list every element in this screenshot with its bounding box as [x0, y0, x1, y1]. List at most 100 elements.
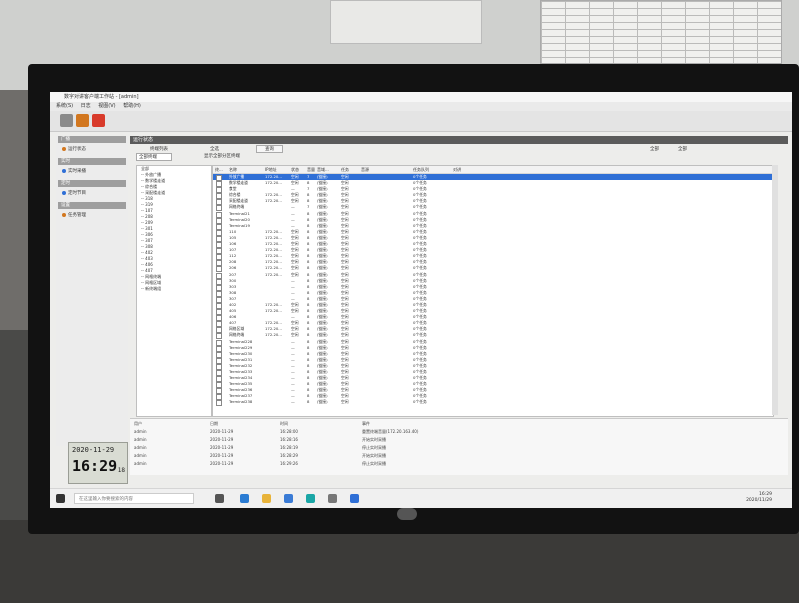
tab-terminal-list[interactable]: 终端列表	[150, 146, 168, 152]
taskbar-clock[interactable]: 16:29 2020/11/29	[746, 492, 772, 504]
column-header[interactable]: 音域...	[317, 167, 329, 173]
sidebar-group-settings[interactable]: 设置	[58, 202, 126, 209]
section-title: 运行状态	[130, 136, 788, 144]
table-cell: 0个任务	[413, 210, 427, 216]
table-cell: 172.20...	[265, 259, 282, 265]
control-row: 终端列表 全选 查询 全部终端 显示全部分区终端 全部 全部	[130, 145, 788, 161]
explorer-icon[interactable]	[262, 494, 271, 503]
table-cell: 0个任务	[413, 283, 427, 289]
table-cell: 208	[229, 259, 237, 265]
tool-settings-icon[interactable]	[76, 114, 89, 127]
sidebar-group-timer[interactable]: 定时	[58, 180, 126, 187]
table-cell: 空闲	[291, 192, 299, 198]
table-cell: 7	[307, 174, 310, 179]
log-column-header: 日期	[210, 421, 218, 426]
table-cell: 空闲	[291, 180, 299, 186]
table-cell: (链接)	[317, 283, 328, 289]
select-all-checkbox[interactable]: 全选	[210, 146, 219, 152]
tool-all-1[interactable]: 全部	[650, 146, 659, 152]
column-header[interactable]: 状态	[291, 167, 299, 173]
app-icon[interactable]	[306, 494, 315, 503]
table-cell: 8	[307, 216, 310, 222]
menu-item-view[interactable]: 视图(V)	[98, 103, 115, 109]
mail-icon[interactable]	[284, 494, 293, 503]
table-cell: 172.20...	[265, 198, 282, 204]
log-panel: 用户 日期 时间 事件 admin 2020-11-29 16:28:00 重置终端音量(1…	[130, 418, 788, 475]
table-cell: (链接)	[317, 265, 328, 271]
table-cell: 0个任务	[413, 387, 427, 393]
sidebar-item-timer[interactable]: 定时节目	[62, 190, 86, 196]
table-cell: 综合楼	[229, 192, 241, 198]
app-icon-2[interactable]	[328, 494, 337, 503]
table-cell: 空闲	[341, 277, 349, 283]
log-row[interactable]: admin 2020-11-29 16:28:16 开始实时采播	[130, 437, 788, 443]
column-header[interactable]: 对讲	[453, 167, 461, 173]
log-row[interactable]: admin 2020-11-29 16:28:19 停止实时采播	[130, 445, 788, 451]
table-cell: Terminal234	[229, 375, 253, 381]
table-cell: 0个任务	[413, 338, 427, 344]
table-cell: 空闲	[341, 186, 349, 192]
tool-device-icon[interactable]	[60, 114, 73, 127]
table-cell: 0个任务	[413, 234, 427, 240]
table-cell: (链接)	[317, 198, 328, 204]
sidebar-item-realtime[interactable]: 实时采播	[62, 168, 86, 174]
sidebar-item-status[interactable]: 运行状态	[62, 146, 86, 152]
table-cell: 8	[307, 241, 310, 247]
column-header[interactable]: 音源	[361, 167, 369, 173]
monitor-screen: 数字对讲客户端工作站 - [admin] 系统(S) 日志 视图(V) 帮助(H…	[50, 92, 792, 508]
column-header[interactable]: 音量	[307, 167, 315, 173]
column-header[interactable]: 任务	[341, 167, 349, 173]
table-cell: (链接)	[317, 192, 328, 198]
log-row[interactable]: admin 2020-11-29 16:28:29 开始实时采播	[130, 453, 788, 459]
sidebar-group-broadcast[interactable]: 广播	[58, 136, 126, 143]
table-cell: —	[291, 216, 295, 222]
log-cell: 2020-11-29	[210, 437, 234, 442]
table-scrollbar[interactable]	[772, 165, 778, 415]
table-cell: 空闲	[291, 308, 299, 314]
sidebar-item-tasks[interactable]: 任务管理	[62, 212, 86, 218]
start-icon[interactable]	[56, 494, 65, 503]
table-cell: Terminal238	[229, 399, 253, 405]
column-header[interactable]: 任务队列	[413, 167, 429, 173]
column-header[interactable]: 名称	[229, 167, 237, 173]
table-cell: (链接)	[317, 314, 328, 320]
power-icon[interactable]	[92, 114, 105, 127]
column-header[interactable]: IP地址	[265, 167, 277, 173]
table-cell: 206	[229, 265, 237, 271]
table-cell: 8	[307, 387, 310, 393]
log-cell: 停止实时采播	[362, 445, 386, 450]
table-cell: 8	[307, 320, 310, 326]
table-cell: 空闲	[291, 174, 299, 179]
log-row[interactable]: admin 2020-11-29 16:29:26 停止实时采播	[130, 461, 788, 467]
table-cell: 0个任务	[413, 326, 427, 332]
table-cell: 8	[307, 277, 310, 283]
sidebar-group-realtime[interactable]: 实时	[58, 158, 126, 165]
column-header[interactable]: 终...	[215, 167, 223, 173]
menu-item-log[interactable]: 日志	[81, 103, 91, 109]
table-cell: 网格区域	[229, 326, 245, 332]
table-cell: 空闲	[341, 387, 349, 393]
table-cell: —	[291, 289, 295, 295]
menu-item-system[interactable]: 系统(S)	[56, 103, 73, 109]
edge-icon[interactable]	[240, 494, 249, 503]
taskbar-search-input[interactable]: 在这里输入你要搜索的内容	[74, 493, 194, 504]
row-checkbox[interactable]	[216, 400, 222, 407]
clock-seconds: 18	[117, 467, 125, 474]
table-cell: 空闲	[341, 271, 349, 277]
table-cell: Terminal231	[229, 356, 253, 362]
table-cell: 空闲	[341, 253, 349, 259]
query-button[interactable]: 查询	[256, 145, 283, 153]
menu-item-help[interactable]: 帮助(H)	[123, 103, 141, 109]
task-view-icon[interactable]	[215, 494, 224, 503]
app-icon-3[interactable]	[350, 494, 359, 503]
tool-all-2[interactable]: 全部	[678, 146, 687, 152]
filter-dropdown[interactable]: 全部终端	[136, 153, 172, 161]
table-cell: 8	[307, 326, 310, 332]
table-cell: 空闲	[341, 362, 349, 368]
log-row[interactable]: admin 2020-11-29 16:28:00 重置终端音量(172.20.163…	[130, 429, 788, 435]
table-cell: 8	[307, 301, 310, 307]
tree-item[interactable]: -- 新终端组	[137, 286, 211, 292]
table-row[interactable]: Terminal238 — 8 (链接) 空闲 0个任务	[213, 399, 773, 407]
table-cell: 7	[307, 186, 310, 192]
table-cell: 空闲	[341, 356, 349, 362]
